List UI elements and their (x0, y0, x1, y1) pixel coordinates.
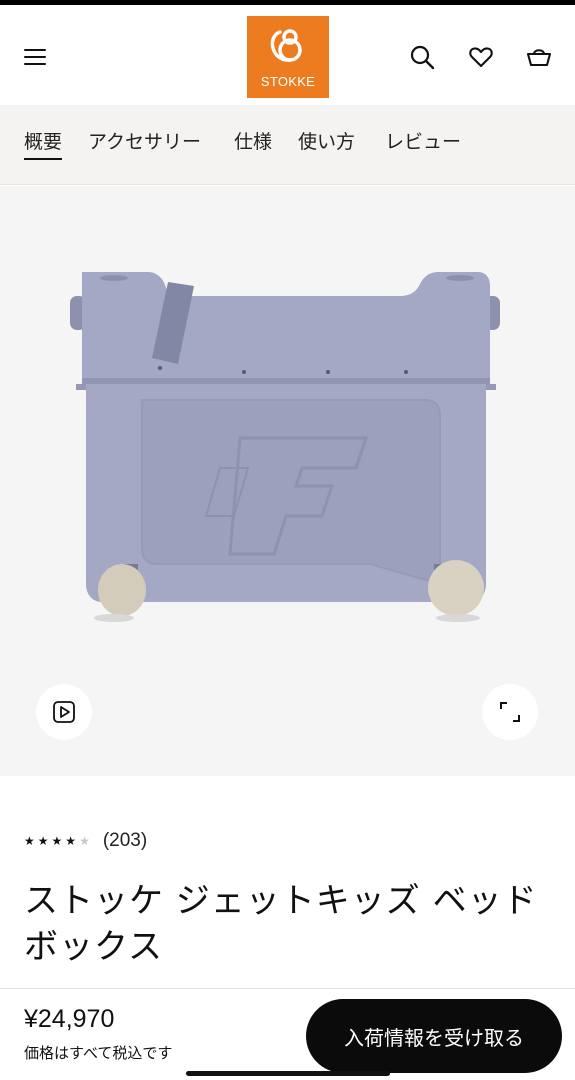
tab-reviews[interactable]: レビュー (385, 127, 461, 154)
product-price: ¥24,970 (24, 1005, 115, 1033)
purchase-bar: ¥24,970 価格はすべて税込です 入荷情報を受け取る (0, 988, 575, 1080)
star-filled-icon: ★ (65, 834, 77, 848)
stokke-logo[interactable]: STOKKE (247, 16, 329, 98)
product-title: ストッケ ジェットキッズ ベッドボックス (24, 881, 538, 967)
product-rating[interactable]: ★ ★ ★ ★ ★ (203) (24, 828, 147, 854)
site-header: STOKKE (0, 5, 575, 105)
review-count[interactable]: (203) (103, 830, 147, 852)
play-video-icon (53, 701, 75, 723)
expand-icon (500, 702, 520, 722)
menu-icon[interactable] (20, 41, 50, 71)
expand-image-button[interactable] (482, 684, 538, 740)
stokke-logo-mark-icon (270, 29, 302, 62)
logo-text: STOKKE (260, 74, 316, 89)
star-filled-icon: ★ (51, 834, 63, 848)
product-image-gallery[interactable] (0, 186, 575, 776)
star-empty-icon: ★ (79, 834, 90, 848)
basket-icon[interactable] (525, 43, 553, 71)
search-icon[interactable] (408, 43, 436, 71)
tab-accessories[interactable]: アクセサリー (88, 127, 201, 154)
product-image (70, 272, 500, 622)
notify-restock-button[interactable]: 入荷情報を受け取る (306, 999, 562, 1073)
section-tabs: 概要 アクセサリー 仕様 使い方 レビュー (0, 105, 575, 185)
home-indicator (186, 1071, 390, 1076)
tab-specs[interactable]: 仕様 (234, 127, 272, 154)
tax-note: 価格はすべて税込です (24, 1044, 173, 1062)
play-video-button[interactable] (36, 684, 92, 740)
tab-overview[interactable]: 概要 (24, 127, 63, 160)
heart-icon[interactable] (467, 43, 495, 71)
star-filled-icon: ★ (24, 834, 35, 848)
tab-how-to-use[interactable]: 使い方 (298, 127, 355, 154)
star-filled-icon: ★ (37, 834, 49, 848)
